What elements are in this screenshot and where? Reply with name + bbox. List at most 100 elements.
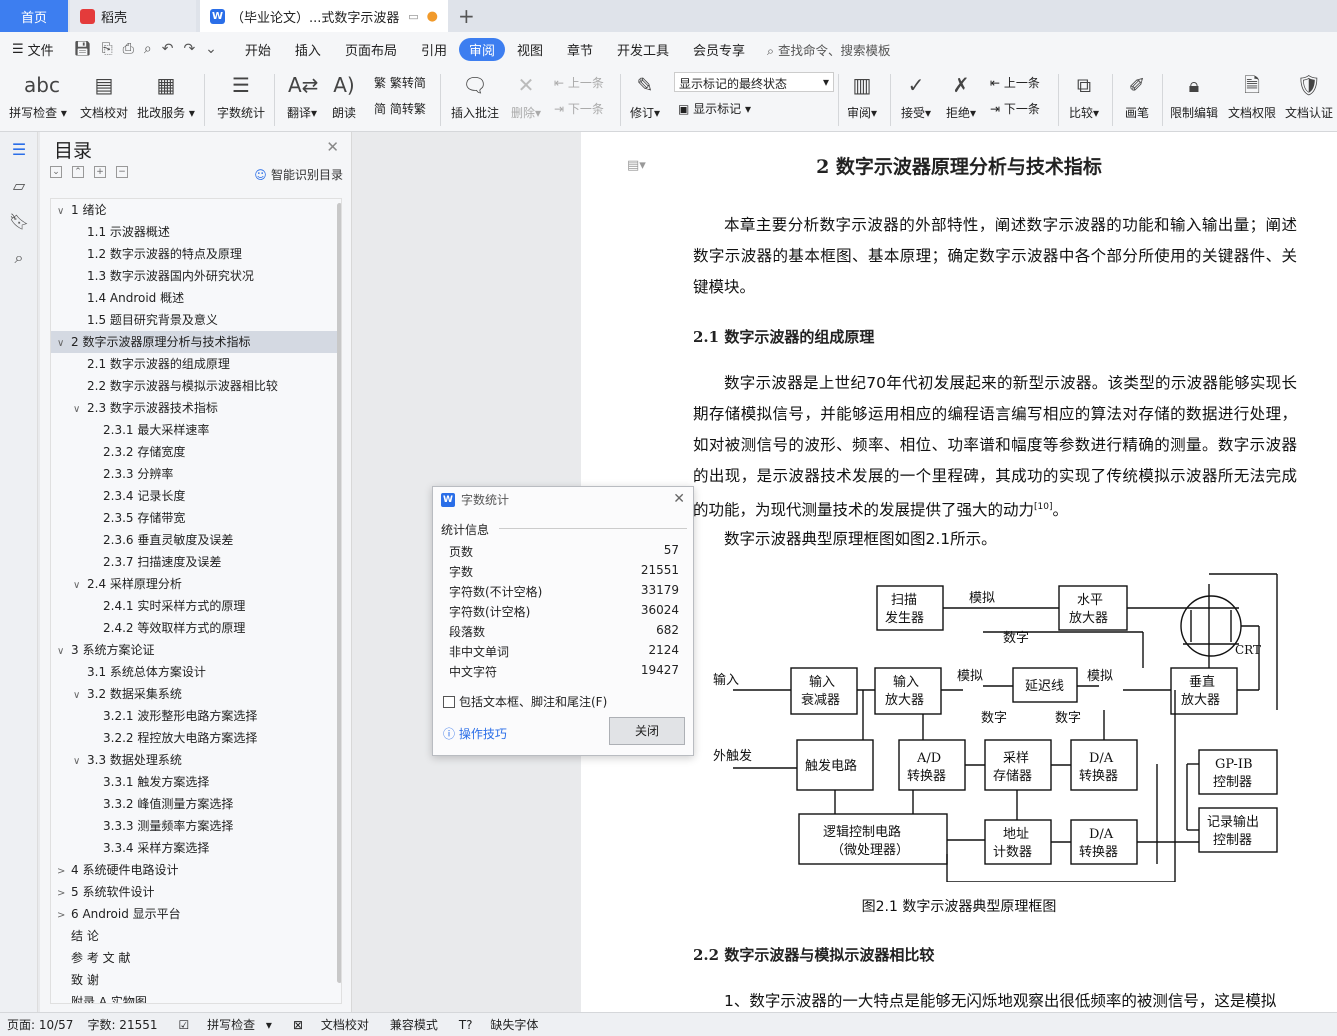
status-proof[interactable]: ⊠ 文档校对 [279,1016,383,1033]
accept-button[interactable]: ✓ 接受▾ [898,70,934,121]
doc-auth-button[interactable]: 🛡︎ 文档认证 [1284,70,1334,121]
close-icon[interactable]: ✕ [326,138,339,156]
chevron-down-icon[interactable]: ∨ [73,399,87,421]
toc-item[interactable]: 2.3.6 垂直灵敏度及误差 [51,529,341,551]
toc-item[interactable]: ∨ 3 系统方案论证 [51,639,341,661]
toc-item[interactable]: 1.4 Android 概述 [51,287,341,309]
toc-item[interactable]: 3.3.1 触发方案选择 [51,771,341,793]
chevron-down-icon[interactable]: ∨ [57,333,71,355]
chevron-down-icon[interactable]: ∨ [73,575,87,597]
toc-item[interactable]: 2.3.2 存储宽度 [51,441,341,463]
redo-icon[interactable]: ↷ [183,41,195,57]
missing-font[interactable]: T? 缺失字体 [445,1016,553,1033]
menu-layout[interactable]: 页面布局 [333,40,409,59]
toc-item[interactable]: 参 考 文 献 [51,947,341,969]
translate-button[interactable]: A⇄ 翻译▾ [282,70,322,121]
toc-item[interactable]: 3.3.2 峰值测量方案选择 [51,793,341,815]
include-textbox-checkbox[interactable]: 包括文本框、脚注和尾注(F) [443,693,607,710]
monitor-icon[interactable]: ▭ [408,10,418,23]
toc-item[interactable]: 2.3.3 分辨率 [51,463,341,485]
smart-toc-button[interactable]: ☺ 智能识别目录 [254,166,343,183]
toc-item[interactable]: 2.3.4 记录长度 [51,485,341,507]
doc-proof-button[interactable]: ▤ 文档校对 [76,70,132,121]
toc-item[interactable]: ∨ 2.3 数字示波器技术指标 [51,397,341,419]
next-change-button[interactable]: ⇥ 下一条 [990,100,1040,117]
preview-icon[interactable]: ⌕ [144,41,152,57]
compare-button[interactable]: ⧉ 比较▾ [1066,70,1102,121]
word-count-indicator[interactable]: 字数: 21551 [80,1016,164,1033]
menu-chapter[interactable]: 章节 [555,40,605,59]
menu-view[interactable]: 视图 [505,40,555,59]
toc-item[interactable]: ∨ 2 数字示波器原理分析与技术指标 [51,331,341,353]
close-icon[interactable]: ✕ [673,491,685,507]
bookmark-icon[interactable]: 🔖︎ [0,204,38,240]
menu-reference[interactable]: 引用 [409,40,459,59]
chapter-panel-icon[interactable]: ▱ [0,168,38,204]
expand-all-icon[interactable]: ⌃ [72,166,84,178]
toc-item[interactable]: >4 系统硬件电路设计 [51,859,341,881]
toc-item[interactable]: ∨ 3.2 数据采集系统 [51,683,341,705]
toc-scrollbar[interactable] [337,203,341,983]
word-count-button[interactable]: ☰ 字数统计 [214,70,268,121]
toc-item[interactable]: 3.3.3 测量频率方案选择 [51,815,341,837]
show-marks-button[interactable]: ▣ 显示标记 ▾ [678,100,751,117]
chevron-down-icon[interactable]: ∨ [73,685,87,707]
checkbox-box[interactable] [443,695,455,708]
display-mode-select[interactable]: 显示标记的最终状态 ▾ [674,72,834,92]
prev-change-button[interactable]: ⇤ 上一条 [990,74,1040,91]
toc-item[interactable]: ∨ 2.4 采样原理分析 [51,573,341,595]
menu-devtools[interactable]: 开发工具 [605,40,681,59]
menu-member[interactable]: 会员专享 [681,40,757,59]
toc-item[interactable]: ∨ 1 绪论 [51,199,341,221]
toc-item[interactable]: 2.4.2 等效取样方式的原理 [51,617,341,639]
document-page[interactable]: ▤▾ 2 数字示波器原理分析与技术指标 本章主要分析数字示波器的外部特性，阐述数… [581,132,1337,1012]
remove-item-icon[interactable]: − [116,166,128,178]
chevron-right-icon[interactable]: > [57,883,71,905]
toc-item[interactable]: 1.5 题目研究背景及意义 [51,309,341,331]
add-item-icon[interactable]: + [94,166,106,178]
tab-document[interactable]: W （毕业论文）...式数字示波器 ▭ ● [200,0,448,32]
command-search[interactable]: ⌕ 查找命令、搜索模板 [767,40,891,59]
page-indicator[interactable]: 页面: 10/57 [0,1016,80,1033]
chevron-right-icon[interactable]: > [57,905,71,927]
tab-docer[interactable]: 稻壳 [70,0,196,32]
trad-to-simp-button[interactable]: 繁 繁转简 [374,74,426,91]
citation-ref[interactable]: [10] [1034,502,1052,512]
toc-item[interactable]: 2.3.7 扫描速度及误差 [51,551,341,573]
chevron-down-icon[interactable]: ∨ [57,201,71,223]
next-comment-button[interactable]: ⇥ 下一条 [554,100,604,117]
tab-home[interactable]: 首页 [0,0,68,32]
toc-item[interactable]: 2.4.1 实时采样方式的原理 [51,595,341,617]
delete-comment-button[interactable]: ✕ 删除▾ [506,70,546,121]
close-button[interactable]: 关闭 [609,717,685,745]
dialog-titlebar[interactable]: W 字数统计 [433,487,693,513]
file-menu[interactable]: ☰ 文件 [0,40,66,59]
tips-link[interactable]: ⓘ 操作技巧 [443,725,507,742]
doc-permission-button[interactable]: 🗎︎ 文档权限 [1226,70,1278,121]
toc-item[interactable]: 2.1 数字示波器的组成原理 [51,353,341,375]
track-changes-button[interactable]: ✎ 修订▾ [626,70,664,121]
more-icon[interactable]: ⌄ [205,41,217,57]
reject-button[interactable]: ✗ 拒绝▾ [942,70,980,121]
prev-comment-button[interactable]: ⇤ 上一条 [554,74,604,91]
toc-item[interactable]: 3.3.4 采样方案选择 [51,837,341,859]
toc-panel-icon[interactable]: ☰ [0,132,38,168]
insert-comment-button[interactable]: 🗨︎ 插入批注 [448,70,502,121]
menu-start[interactable]: 开始 [233,40,283,59]
toc-item[interactable]: >5 系统软件设计 [51,881,341,903]
read-aloud-button[interactable]: A) 朗读 [326,70,362,121]
spell-check-button[interactable]: abc 拼写检查 ▾ [8,70,68,121]
review-pane-button[interactable]: ▥ 审阅▾ [844,70,880,121]
chevron-down-icon[interactable]: ∨ [73,751,87,773]
toc-item[interactable]: 结 论 [51,925,341,947]
toc-item[interactable]: 1.3 数字示波器国内外研究状况 [51,265,341,287]
pen-button[interactable]: ✐ 画笔 [1120,70,1154,121]
toc-item[interactable]: 致 谢 [51,969,341,991]
annot-service-button[interactable]: ▦ 批改服务 ▾ [136,70,196,121]
print-icon[interactable]: ⎙ [123,41,134,57]
toc-item[interactable]: 2.3.1 最大采样速率 [51,419,341,441]
toc-item[interactable]: 3.2.1 波形整形电路方案选择 [51,705,341,727]
toc-item[interactable]: 3.1 系统总体方案设计 [51,661,341,683]
chevron-down-icon[interactable]: ∨ [57,641,71,663]
find-icon[interactable]: ⌕ [0,240,38,276]
